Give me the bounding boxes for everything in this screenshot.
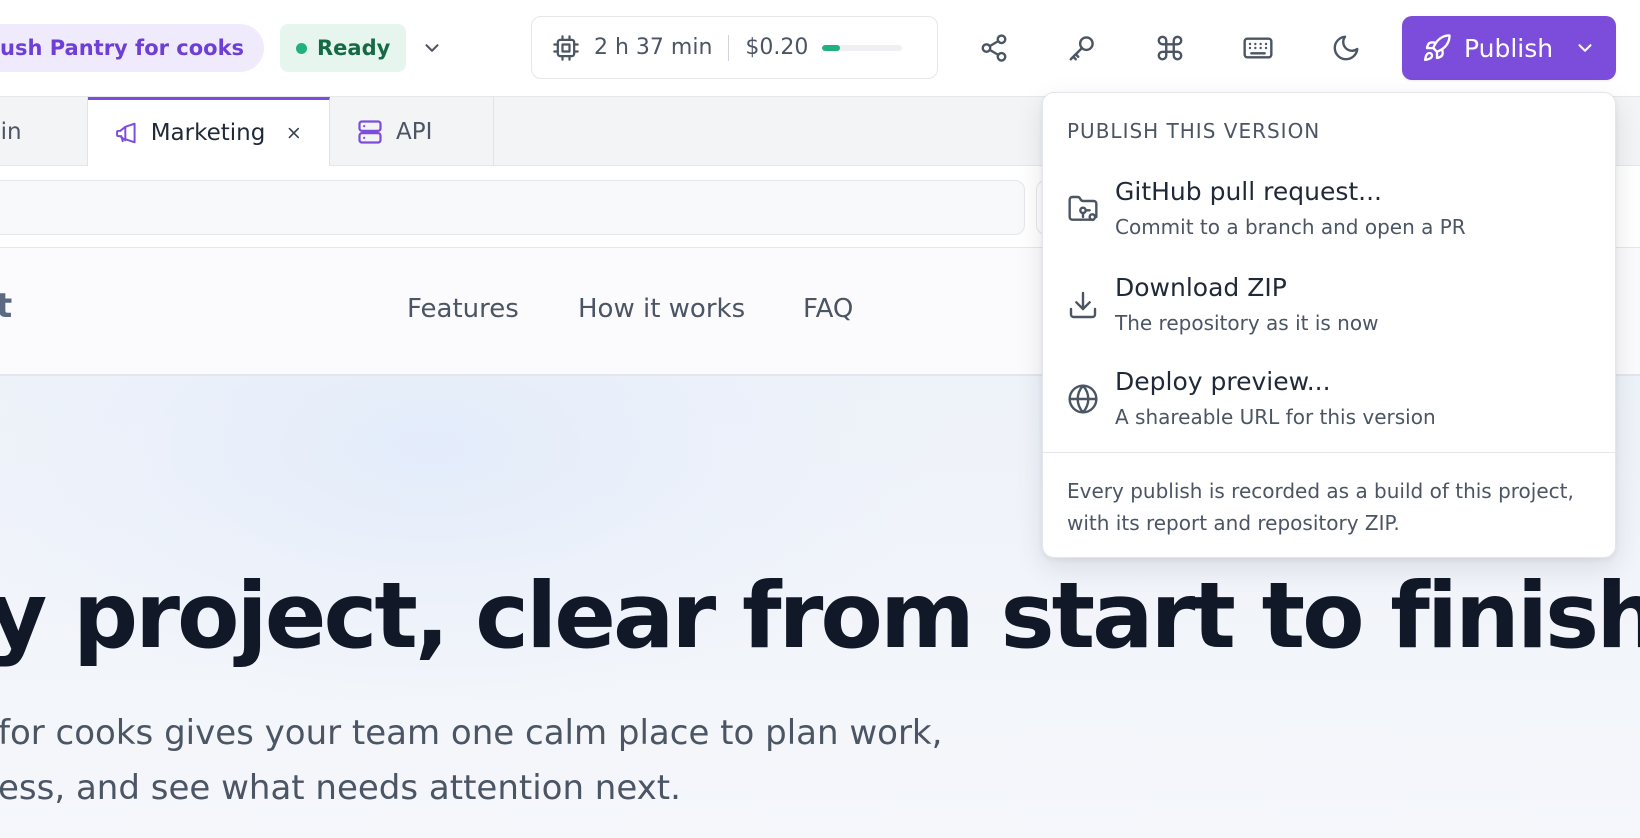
moon-icon [1333, 35, 1359, 61]
nav-link-features[interactable]: Features [407, 294, 519, 324]
hero-subtitle: for cooks gives your team one calm place… [0, 706, 942, 816]
menu-divider [1043, 452, 1617, 453]
usage-cost: $0.20 [745, 35, 809, 60]
tab-api[interactable]: API [330, 97, 494, 166]
menu-item-description: A shareable URL for this version [1115, 405, 1436, 429]
server-icon [358, 119, 382, 144]
command-icon [1157, 35, 1183, 61]
menu-item-download-zip[interactable]: Download ZIP The repository as it is now [1043, 269, 1617, 357]
keyboard-shortcuts-button[interactable] [1236, 26, 1280, 70]
site-brand[interactable]: t [0, 286, 12, 326]
publish-menu: PUBLISH THIS VERSION GitHub pull request… [1042, 92, 1617, 558]
command-palette-button[interactable] [1148, 26, 1192, 70]
publish-menu-footnote: Every publish is recorded as a build of … [1067, 479, 1574, 535]
nav-link-how-it-works[interactable]: How it works [578, 294, 745, 324]
status-label: Ready [317, 36, 391, 60]
download-icon [1069, 291, 1097, 319]
nav-link-faq[interactable]: FAQ [803, 294, 853, 324]
share-button[interactable] [972, 26, 1016, 70]
chevron-down-icon [1578, 44, 1592, 52]
usage-divider [728, 34, 730, 61]
status-dot-icon [296, 42, 307, 54]
menu-item-title: Deploy preview... [1115, 367, 1331, 396]
menu-item-deploy-preview[interactable]: Deploy preview... A shareable URL for th… [1043, 363, 1617, 451]
top-bar: ush Pantry for cooks Ready 2 h 37 min $0… [0, 0, 1640, 96]
folder-git-icon [1068, 195, 1098, 221]
keyboard-icon [1243, 37, 1273, 59]
status-badge[interactable]: Ready [280, 24, 407, 72]
usage-meter[interactable]: 2 h 37 min $0.20 [531, 16, 938, 79]
rocket-icon [1423, 34, 1451, 62]
tab-label: Marketing [150, 120, 266, 146]
usage-progress-bar [822, 44, 903, 51]
share-icon [981, 34, 1007, 62]
menu-item-description: The repository as it is now [1115, 311, 1379, 335]
chevron-down-icon [425, 44, 439, 52]
publish-menu-heading: PUBLISH THIS VERSION [1067, 119, 1321, 143]
globe-icon [1068, 384, 1098, 414]
theme-toggle-button[interactable] [1324, 26, 1368, 70]
hero-subtitle-line: ess, and see what needs attention next. [0, 768, 681, 808]
cpu-icon [553, 34, 579, 61]
key-icon [1069, 36, 1094, 61]
megaphone-icon [116, 122, 136, 144]
usage-progress-fill [822, 44, 840, 51]
status-dropdown-button[interactable] [414, 30, 450, 66]
menu-item-title: GitHub pull request... [1115, 177, 1383, 206]
tab-label: API [396, 118, 433, 145]
menu-item-github-pr[interactable]: GitHub pull request... Commit to a branc… [1043, 173, 1617, 261]
secrets-button[interactable] [1060, 26, 1104, 70]
preview-url-input[interactable] [0, 180, 1025, 235]
hero-title: y project, clear from start to finish [0, 564, 1640, 669]
publish-button[interactable]: Publish [1402, 16, 1616, 80]
tab-admin[interactable]: nin [0, 97, 88, 166]
tab-marketing[interactable]: Marketing [88, 97, 330, 166]
tab-label: nin [0, 118, 22, 145]
menu-item-description: Commit to a branch and open a PR [1115, 215, 1466, 239]
menu-item-title: Download ZIP [1115, 273, 1287, 302]
project-name-pill[interactable]: ush Pantry for cooks [0, 24, 265, 72]
hero-subtitle-line: for cooks gives your team one calm place… [0, 713, 943, 753]
close-icon[interactable] [285, 123, 303, 143]
usage-time: 2 h 37 min [594, 35, 713, 60]
publish-label: Publish [1464, 33, 1554, 63]
